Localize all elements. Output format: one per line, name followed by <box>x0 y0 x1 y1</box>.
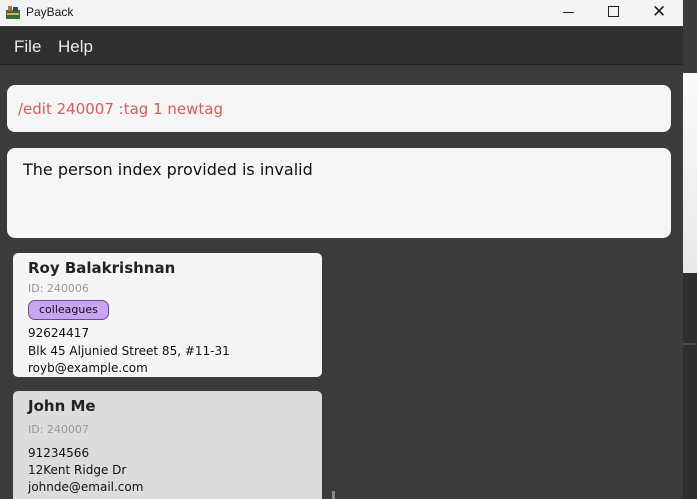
result-message: The person index provided is invalid <box>23 160 313 179</box>
person-card-selected[interactable]: John Me ID: 240007 91234566 12Kent Ridge… <box>13 391 322 499</box>
command-input[interactable]: /edit 240007 :tag 1 newtag <box>7 85 671 132</box>
app-icon <box>6 6 20 19</box>
person-email: johnde@email.com <box>28 480 144 494</box>
person-phone: 92624417 <box>28 326 90 340</box>
person-address: 12Kent Ridge Dr <box>28 463 127 477</box>
command-input-text[interactable]: /edit 240007 :tag 1 newtag <box>18 100 223 118</box>
close-button[interactable]: ✕ <box>635 0 681 26</box>
background-window-panel <box>683 73 697 273</box>
person-list[interactable]: Roy Balakrishnan ID: 240006 colleagues 9… <box>0 249 330 499</box>
background-divider <box>683 343 697 345</box>
menu-help[interactable]: Help <box>58 37 93 57</box>
person-id: ID: 240007 <box>28 423 89 436</box>
close-icon: ✕ <box>652 2 667 22</box>
person-address: Blk 45 Aljunied Street 85, #11-31 <box>28 344 230 358</box>
result-display: The person index provided is invalid <box>7 148 671 238</box>
person-card[interactable]: Roy Balakrishnan ID: 240006 colleagues 9… <box>13 253 322 377</box>
window-title: PayBack <box>26 5 74 19</box>
menu-file[interactable]: File <box>14 37 41 57</box>
menu-bar: File Help <box>0 27 683 65</box>
person-name: Roy Balakrishnan <box>28 259 176 277</box>
person-phone: 91234566 <box>28 446 90 460</box>
person-id: ID: 240006 <box>28 282 89 295</box>
background-window-dark-panel <box>683 273 697 499</box>
minimize-button[interactable] <box>545 0 591 26</box>
person-tag: colleagues <box>28 300 109 320</box>
person-email: royb@example.com <box>28 361 148 375</box>
maximize-button[interactable] <box>590 0 636 26</box>
title-bar: PayBack ✕ <box>0 0 684 26</box>
list-scrollbar[interactable] <box>332 491 335 499</box>
person-name: John Me <box>28 397 96 415</box>
